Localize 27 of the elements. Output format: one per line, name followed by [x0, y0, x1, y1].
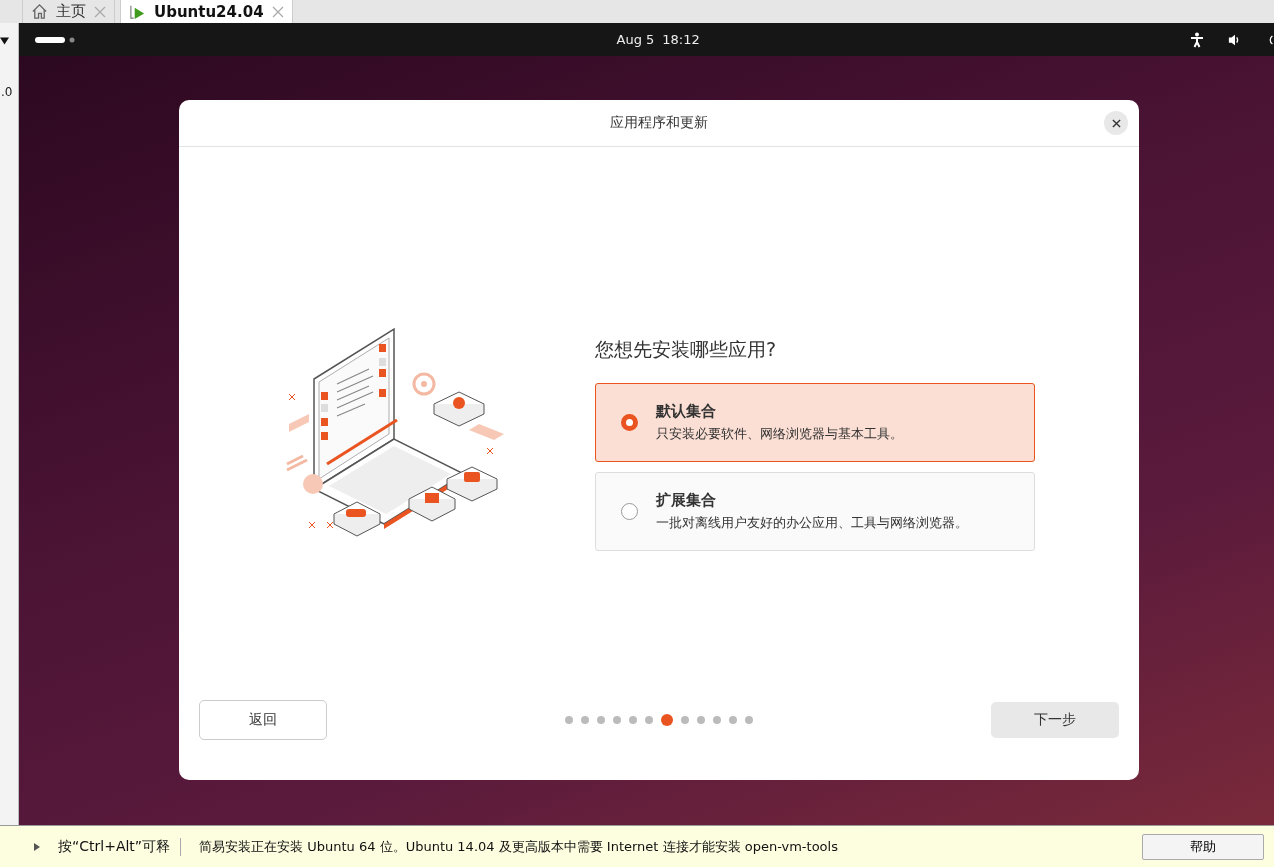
dialog-title: 应用程序和更新: [610, 114, 708, 132]
radio-button[interactable]: [621, 413, 638, 431]
back-button[interactable]: 返回: [199, 700, 327, 740]
dropdown-icon[interactable]: [0, 37, 9, 45]
host-tab[interactable]: Ubuntu24.04: [120, 0, 293, 23]
host-tab[interactable]: 主页: [22, 0, 115, 23]
close-button[interactable]: [1104, 111, 1128, 135]
option-title: 默认集合: [656, 401, 717, 421]
radio-button[interactable]: [621, 502, 638, 520]
close-icon: [1111, 118, 1121, 128]
sidebar-text: .0: [1, 85, 13, 99]
workspace-indicator-icon[interactable]: [34, 35, 76, 44]
help-button[interactable]: 帮助: [1142, 833, 1264, 860]
clock[interactable]: Aug 5 18:12: [616, 32, 700, 47]
option-title: 扩展集合: [656, 490, 717, 510]
option-card[interactable]: 扩展集合 一批对离线用户友好的办公应用、工具与网络浏览器。: [595, 471, 1035, 551]
option-description: 只安装必要软件、网络浏览器与基本工具。: [656, 424, 903, 443]
question-heading: 您想先安装哪些应用?: [595, 336, 778, 362]
play-icon: [129, 3, 146, 20]
next-button[interactable]: 下一步: [991, 702, 1119, 738]
release-hint: 按“Ctrl+Alt”可释: [58, 837, 182, 856]
option-card[interactable]: 默认集合 只安装必要软件、网络浏览器与基本工具。: [595, 382, 1035, 462]
expand-icon[interactable]: [34, 842, 40, 851]
option-description: 一批对离线用户友好的办公应用、工具与网络浏览器。: [656, 513, 968, 532]
accessibility-icon[interactable]: [1190, 31, 1204, 48]
home-icon: [31, 3, 48, 20]
status-message: 简易安装正在安装 Ubuntu 64 位。Ubuntu 14.04 及更高版本中需要 Internet 连接才能安装 open-vm-tools: [199, 837, 839, 856]
